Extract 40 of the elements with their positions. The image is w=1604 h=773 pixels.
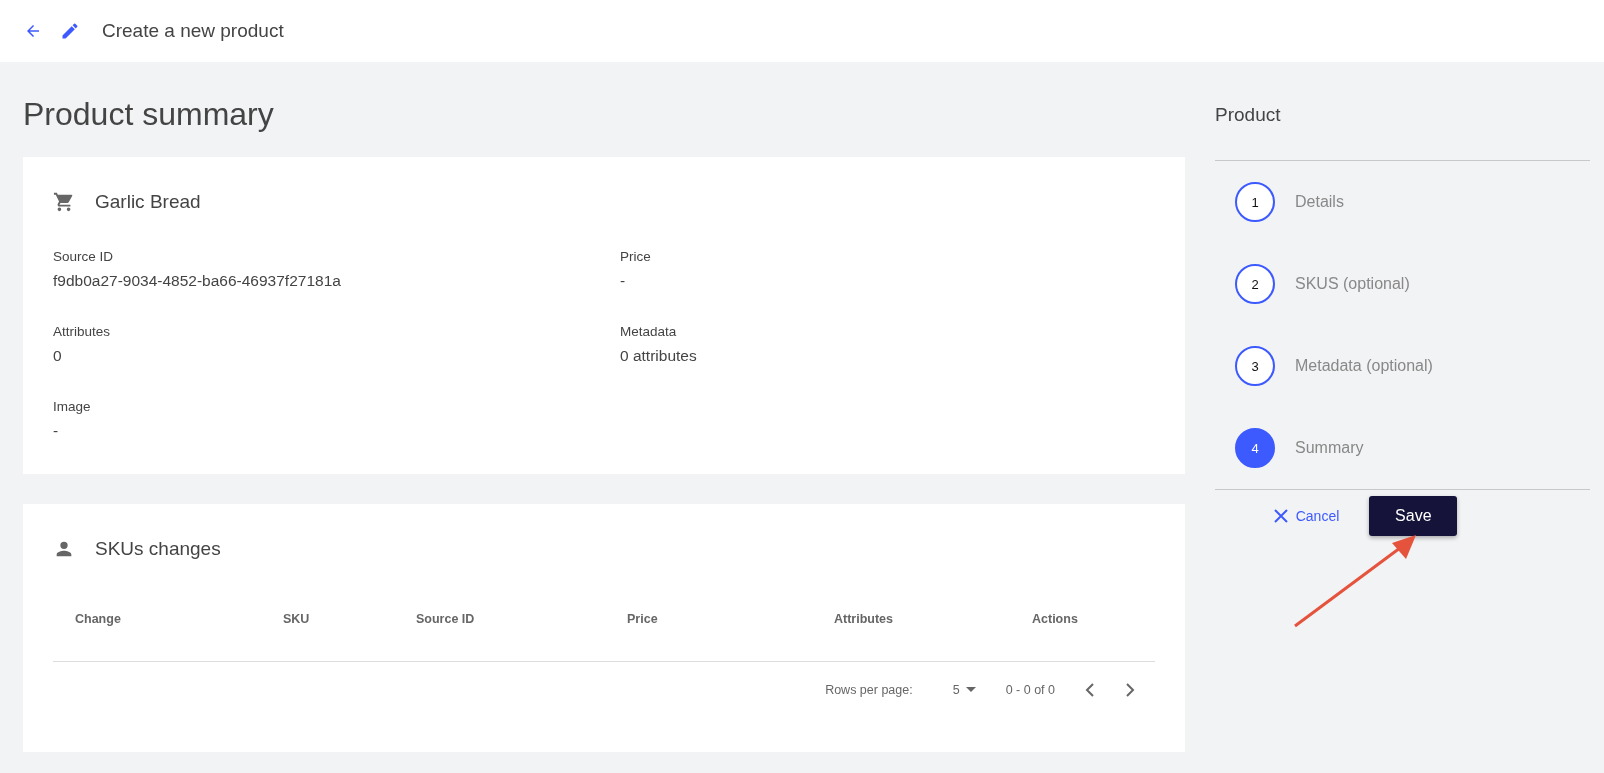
step-number[interactable]: 4 <box>1235 428 1275 468</box>
column-header: Source ID <box>415 612 476 626</box>
step-number[interactable]: 1 <box>1235 182 1275 222</box>
page-title: Product summary <box>23 96 275 133</box>
step-label[interactable]: SKUS (optional) <box>1295 275 1410 293</box>
field-label: Attributes <box>53 324 112 339</box>
rows-per-page-select[interactable]: 5 <box>952 683 976 697</box>
field-value: f9db0a27-9034-4852-ba66-46937f27181a <box>53 272 342 290</box>
step-number[interactable]: 2 <box>1235 264 1275 304</box>
page-range: 0 - 0 of 0 <box>1005 683 1055 697</box>
column-header: Change <box>74 612 122 626</box>
field-label: Metadata <box>620 324 678 339</box>
field-label: Image <box>53 399 92 414</box>
close-icon <box>1273 509 1288 523</box>
field-value: - <box>620 272 627 290</box>
step-label[interactable]: Details <box>1295 193 1344 211</box>
field-value: 0 attributes <box>620 347 698 365</box>
step-label[interactable]: Metadata (optional) <box>1295 357 1433 375</box>
column-header: Attributes <box>833 612 895 626</box>
cart-icon <box>53 191 75 213</box>
rows-per-page-label: Rows per page: <box>825 683 913 697</box>
field-label: Source ID <box>53 249 115 264</box>
save-button[interactable]: Save <box>1369 496 1458 536</box>
column-header: Actions <box>1031 612 1079 626</box>
previous-page-icon[interactable] <box>1085 683 1095 697</box>
field-value: 0 <box>53 347 63 365</box>
pencil-icon <box>60 21 80 41</box>
column-header: Price <box>626 612 659 626</box>
caret-icon <box>965 687 976 693</box>
step-number[interactable]: 3 <box>1235 346 1275 386</box>
page-header-title: Create a new product <box>102 20 284 42</box>
field-label: Price <box>620 249 652 264</box>
product-name: Garlic Bread <box>95 191 201 213</box>
field-value: - <box>53 422 60 440</box>
column-header: SKU <box>282 612 311 626</box>
step-label[interactable]: Summary <box>1295 439 1364 457</box>
card-title: SKUs changes <box>95 538 221 560</box>
stepper-title: Product <box>1215 104 1282 127</box>
cancel-button[interactable]: Cancel <box>1267 507 1346 525</box>
next-page-icon[interactable] <box>1125 683 1135 697</box>
